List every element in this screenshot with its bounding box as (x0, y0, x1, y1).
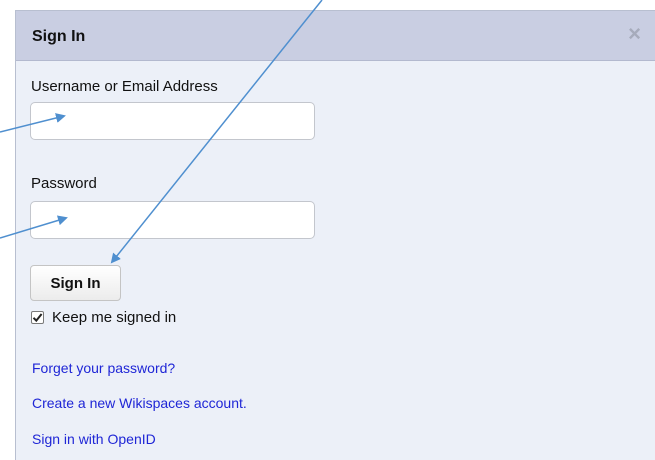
dialog-title: Sign In (32, 28, 86, 45)
sign-in-dialog: Sign In × Username or Email Address Pass… (15, 10, 655, 460)
username-label: Username or Email Address (31, 78, 218, 95)
checkmark-icon (32, 312, 43, 322)
forgot-password-link[interactable]: Forget your password? (32, 360, 175, 376)
screenshot-stage: Sign In × Username or Email Address Pass… (0, 0, 655, 460)
keep-signed-in-checkbox[interactable] (31, 310, 44, 324)
create-account-link[interactable]: Create a new Wikispaces account. (32, 395, 247, 411)
keep-signed-in-row[interactable]: Keep me signed in (31, 307, 176, 327)
sign-in-button[interactable]: Sign In (30, 265, 121, 301)
close-icon[interactable]: × (628, 23, 641, 45)
password-label: Password (31, 175, 97, 192)
keep-signed-in-label: Keep me signed in (52, 308, 177, 326)
password-input[interactable] (30, 201, 315, 239)
username-input[interactable] (30, 102, 315, 140)
openid-link[interactable]: Sign in with OpenID (32, 431, 156, 447)
dialog-header: Sign In × (16, 11, 655, 61)
